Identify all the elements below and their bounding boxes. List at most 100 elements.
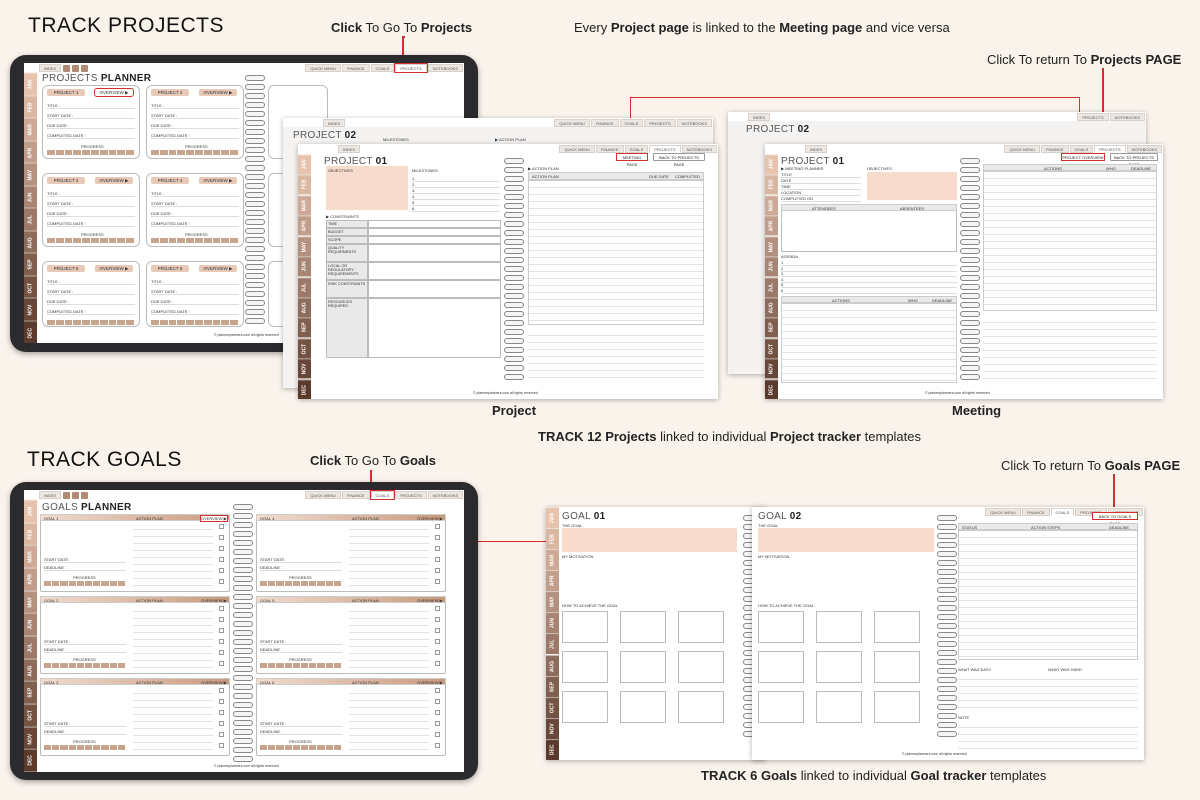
start-date-field[interactable]: START DATE : bbox=[151, 113, 239, 119]
overview-button[interactable]: OVERVIEW ▶ bbox=[417, 680, 443, 685]
action-checkbox[interactable] bbox=[219, 546, 224, 551]
step-box[interactable] bbox=[678, 651, 724, 683]
title-field[interactable]: TITLE : bbox=[151, 279, 239, 285]
progress-bar[interactable] bbox=[151, 320, 239, 325]
nav-quick-menu[interactable]: QUICK MENU bbox=[305, 64, 341, 72]
action-checkbox[interactable] bbox=[435, 743, 440, 748]
notes-lines[interactable] bbox=[983, 316, 1157, 384]
month-tab-12[interactable]: DEC bbox=[765, 378, 778, 399]
action-checkbox[interactable] bbox=[219, 650, 224, 655]
action-checkbox[interactable] bbox=[435, 688, 440, 693]
action-checkbox[interactable] bbox=[219, 628, 224, 633]
step-box[interactable] bbox=[874, 651, 920, 683]
action-checkbox[interactable] bbox=[435, 699, 440, 704]
nav-index[interactable]: INDEX bbox=[39, 64, 62, 72]
month-tab-8[interactable]: AUG bbox=[298, 296, 311, 318]
back-to-projects-button[interactable]: BACK TO PROJECTS PAGE bbox=[653, 153, 705, 167]
month-tab-10[interactable]: OCT bbox=[765, 337, 778, 359]
title-field[interactable]: TITLE : bbox=[47, 279, 135, 285]
project-overview-button[interactable]: PROJECT OVERVIEW bbox=[1061, 153, 1105, 161]
nav-goals[interactable]: GOALS bbox=[1050, 508, 1075, 516]
nav-quick-menu[interactable]: QUICK MENU bbox=[559, 145, 595, 153]
month-tab-3[interactable]: MAR bbox=[24, 118, 37, 141]
month-tab-9[interactable]: SEP bbox=[765, 317, 778, 338]
nav-index[interactable]: INDEX bbox=[338, 145, 361, 153]
nav-notebooks[interactable]: NOTEBOOKS bbox=[427, 64, 463, 72]
step-box[interactable] bbox=[816, 611, 862, 643]
action-checkbox[interactable] bbox=[219, 617, 224, 622]
note-lines[interactable] bbox=[958, 721, 1138, 751]
month-tab-7[interactable]: JUL bbox=[24, 208, 37, 231]
step-box[interactable] bbox=[758, 691, 804, 723]
month-tab-10[interactable]: OCT bbox=[546, 696, 559, 718]
start-date-field[interactable]: START DATE : bbox=[47, 113, 135, 119]
progress-bar[interactable] bbox=[151, 150, 239, 155]
goal-field[interactable]: DEADLINE : bbox=[44, 647, 126, 653]
progress-bar[interactable] bbox=[47, 320, 135, 325]
action-checkbox[interactable] bbox=[219, 732, 224, 737]
step-box[interactable] bbox=[816, 651, 862, 683]
milestone-item[interactable]: 6. bbox=[412, 206, 500, 212]
action-checkbox[interactable] bbox=[435, 524, 440, 529]
month-tab-3[interactable]: MAR bbox=[298, 194, 311, 216]
constraint-value[interactable] bbox=[368, 228, 501, 236]
nav-projects[interactable]: PROJECTS bbox=[1077, 113, 1109, 121]
nav-goals[interactable]: GOALS bbox=[370, 64, 395, 72]
nav-finance[interactable]: FINANCE bbox=[1040, 145, 1069, 153]
month-tab-3[interactable]: MAR bbox=[765, 194, 778, 216]
nav-index[interactable]: INDEX bbox=[748, 113, 771, 121]
month-tab-8[interactable]: AUG bbox=[546, 654, 559, 676]
steps-rows[interactable] bbox=[958, 530, 1138, 660]
month-tab-7[interactable]: JUL bbox=[546, 633, 559, 655]
nav-index[interactable]: INDEX bbox=[323, 119, 346, 127]
progress-bar[interactable] bbox=[47, 238, 135, 243]
action-checkbox[interactable] bbox=[219, 661, 224, 666]
month-tab-3[interactable]: MAR bbox=[546, 549, 559, 571]
calendar-icon[interactable] bbox=[63, 65, 71, 72]
step-box[interactable] bbox=[758, 611, 804, 643]
overview-button[interactable]: OVERVIEW ▶ bbox=[95, 265, 133, 272]
goal-field[interactable]: START DATE : bbox=[44, 721, 126, 727]
constraints-table[interactable]: TIME BUDGET SCOPE QUALITY REQUIRMENTS LOCAL … bbox=[326, 220, 501, 385]
nav-notebooks[interactable]: NOTEBOOKS bbox=[1109, 113, 1145, 121]
step-box[interactable] bbox=[620, 611, 666, 643]
overview-button[interactable]: OVERVIEW ▶ bbox=[199, 265, 237, 272]
project-card-2[interactable]: PROJECT 2 OVERVIEW ▶ TITLE : START DATE … bbox=[146, 85, 244, 159]
month-tab-4[interactable]: APR bbox=[765, 215, 778, 236]
step-box[interactable] bbox=[620, 691, 666, 723]
objectives-box[interactable] bbox=[867, 172, 957, 200]
step-box[interactable] bbox=[562, 611, 608, 643]
goal-field[interactable]: DEADLINE : bbox=[260, 565, 342, 571]
month-tab-4[interactable]: APR bbox=[546, 570, 559, 592]
action-checkbox[interactable] bbox=[219, 743, 224, 748]
month-tab-8[interactable]: AUG bbox=[765, 296, 778, 318]
nav-finance[interactable]: FINANCE bbox=[595, 145, 624, 153]
month-tab-10[interactable]: OCT bbox=[298, 337, 311, 359]
start-date-field[interactable]: START DATE : bbox=[47, 289, 135, 295]
constraint-value[interactable] bbox=[368, 220, 501, 228]
title-field[interactable]: TITLE : bbox=[151, 191, 239, 197]
goal-field[interactable]: START DATE : bbox=[44, 639, 126, 645]
action-checkbox[interactable] bbox=[435, 710, 440, 715]
action-checkbox[interactable] bbox=[435, 617, 440, 622]
step-box[interactable] bbox=[678, 691, 724, 723]
title-field[interactable]: TITLE : bbox=[151, 103, 239, 109]
nav-notebooks[interactable]: NOTEBOOKS bbox=[681, 145, 717, 153]
nav-goals[interactable]: GOALS bbox=[619, 119, 644, 127]
steps-grid[interactable] bbox=[758, 611, 936, 731]
step-box[interactable] bbox=[816, 691, 862, 723]
month-tab-7[interactable]: JUL bbox=[765, 276, 778, 297]
progress-bar[interactable] bbox=[260, 745, 342, 750]
month-tab-1[interactable]: JAN bbox=[546, 507, 559, 529]
start-date-field[interactable]: START DATE : bbox=[47, 201, 135, 207]
actions-rows[interactable] bbox=[781, 303, 957, 383]
nav-index[interactable]: INDEX bbox=[805, 145, 828, 153]
action-plan-lines[interactable] bbox=[349, 523, 429, 589]
the-goal-box[interactable] bbox=[758, 528, 934, 552]
goal-card-6[interactable]: GOAL 6 ACTION PLAN OVERVIEW ▶ START DATE : D… bbox=[256, 678, 446, 756]
month-tab-4[interactable]: APR bbox=[298, 215, 311, 236]
month-tab-12[interactable]: DEC bbox=[298, 378, 311, 399]
progress-bar[interactable] bbox=[44, 745, 126, 750]
goal-field[interactable]: DEADLINE : bbox=[260, 647, 342, 653]
nav-notebooks[interactable]: NOTEBOOKS bbox=[1126, 145, 1162, 153]
